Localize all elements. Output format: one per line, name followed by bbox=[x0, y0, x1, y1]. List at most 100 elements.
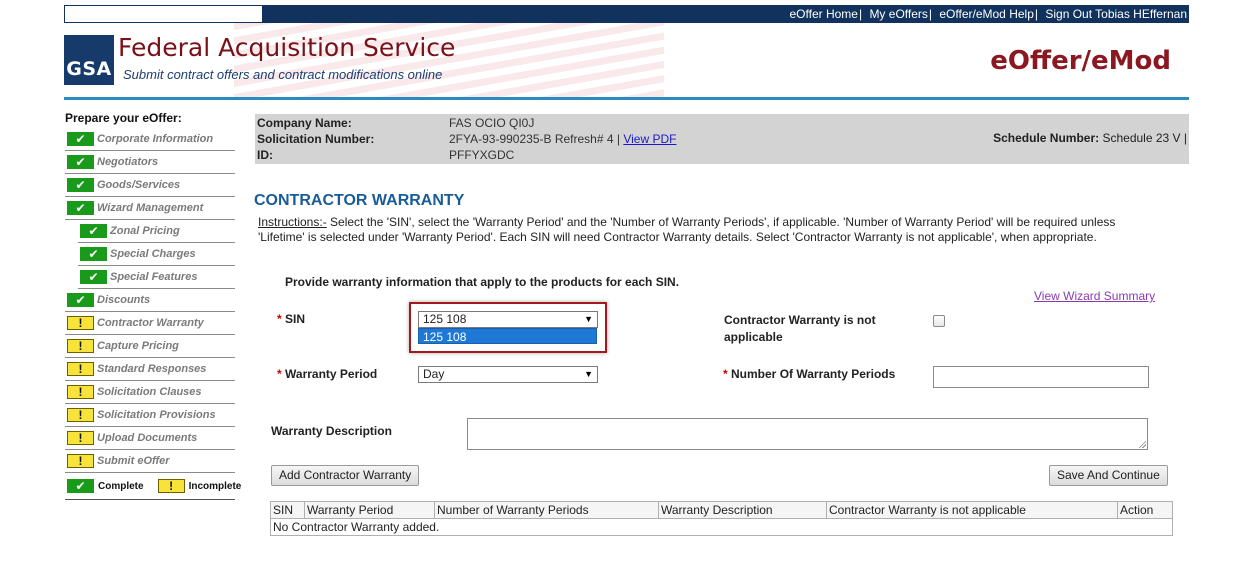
exclamation-icon: ! bbox=[67, 316, 94, 330]
resize-grip-icon[interactable] bbox=[1138, 440, 1146, 448]
nav-separator: | bbox=[858, 7, 863, 21]
instructions-text: Select the 'SIN', select the 'Warranty P… bbox=[258, 215, 1116, 244]
schedule-value: Schedule 23 V | bbox=[1102, 131, 1187, 145]
num-periods-label: * Number Of Warranty Periods bbox=[723, 367, 895, 381]
nav-my-eoffers-link[interactable]: My eOffers bbox=[869, 7, 927, 21]
exclamation-icon: ! bbox=[67, 385, 94, 399]
not-applicable-label: Contractor Warranty is not applicable bbox=[724, 312, 876, 346]
view-wizard-summary-link[interactable]: View Wizard Summary bbox=[1034, 289, 1155, 303]
required-mark: * bbox=[723, 367, 728, 381]
sidebar-item-label: Solicitation Provisions bbox=[97, 409, 216, 421]
nav-sign-out-link[interactable]: Sign Out Tobias HEffernan bbox=[1045, 7, 1187, 21]
company-row: Company Name: FAS OCIO QI0J bbox=[257, 116, 534, 130]
app-name: eOffer/eMod bbox=[990, 46, 1171, 76]
sidebar-item-wizard-management[interactable]: ✔ Wizard Management bbox=[65, 197, 235, 220]
checkmark-icon: ✔ bbox=[80, 270, 107, 284]
sidebar-item-discounts[interactable]: ✔ Discounts bbox=[65, 289, 235, 312]
checkmark-icon: ✔ bbox=[80, 224, 107, 238]
id-row: ID: PFFYXGDC bbox=[257, 148, 514, 162]
column-header-description: Warranty Description bbox=[658, 501, 827, 519]
sidebar-item-special-charges[interactable]: ✔ Special Charges bbox=[78, 243, 235, 266]
add-contractor-warranty-button[interactable]: Add Contractor Warranty bbox=[271, 465, 420, 486]
legend-incomplete-label: Incomplete bbox=[188, 480, 242, 492]
warranty-period-label: * Warranty Period bbox=[277, 367, 377, 381]
not-applicable-label-line2: applicable bbox=[724, 330, 783, 344]
description-label: Warranty Description bbox=[271, 424, 392, 438]
warranty-period-select[interactable]: Day ▼ bbox=[418, 366, 598, 383]
checkmark-icon: ✔ bbox=[67, 155, 94, 169]
header-divider bbox=[64, 97, 1189, 100]
instructions: Instructions:- Select the 'SIN', select … bbox=[258, 215, 1163, 245]
not-applicable-checkbox[interactable] bbox=[933, 315, 945, 327]
sidebar-item-label: Submit eOffer bbox=[97, 455, 170, 467]
table-row: No Contractor Warranty added. bbox=[270, 518, 1173, 536]
sidebar-item-corporate-information[interactable]: ✔ Corporate Information bbox=[65, 128, 235, 151]
save-and-continue-button[interactable]: Save And Continue bbox=[1049, 465, 1168, 486]
not-applicable-label-line1: Contractor Warranty is not bbox=[724, 313, 876, 327]
company-value: FAS OCIO QI0J bbox=[449, 116, 535, 130]
sidebar-item-solicitation-provisions[interactable]: ! Solicitation Provisions bbox=[65, 404, 235, 427]
sidebar-item-standard-responses[interactable]: ! Standard Responses bbox=[65, 358, 235, 381]
solicitation-label: Solicitation Number: bbox=[257, 132, 375, 146]
sidebar: Prepare your eOffer: ✔ Corporate Informat… bbox=[65, 111, 241, 500]
site-title: Federal Acquisition Service bbox=[118, 33, 456, 62]
view-pdf-link[interactable]: View PDF bbox=[623, 132, 676, 146]
nav-separator: | bbox=[1034, 7, 1038, 21]
checkmark-icon: ✔ bbox=[67, 479, 94, 493]
sidebar-item-solicitation-clauses[interactable]: ! Solicitation Clauses bbox=[65, 381, 235, 404]
sidebar-item-label: Discounts bbox=[97, 294, 151, 306]
column-header-action: Action bbox=[1117, 501, 1173, 519]
dropdown-arrow-icon: ▼ bbox=[584, 369, 593, 379]
column-header-not-applicable: Contractor Warranty is not applicable bbox=[826, 501, 1118, 519]
schedule-number: Schedule Number: Schedule 23 V | bbox=[993, 131, 1187, 145]
sidebar-heading: Prepare your eOffer: bbox=[65, 111, 182, 125]
gsa-logo: GSA bbox=[64, 35, 114, 85]
sidebar-item-goods-services[interactable]: ✔ Goods/Services bbox=[65, 174, 235, 197]
sin-label-text: SIN bbox=[285, 312, 306, 326]
sidebar-item-label: Goods/Services bbox=[97, 179, 181, 191]
warranty-period-value: Day bbox=[423, 367, 445, 381]
sidebar-item-submit-eoffer[interactable]: ! Submit eOffer bbox=[65, 450, 235, 473]
sidebar-item-zonal-pricing[interactable]: ✔ Zonal Pricing bbox=[78, 220, 235, 243]
nav-separator: | bbox=[928, 7, 933, 21]
warranty-period-label-text: Warranty Period bbox=[285, 367, 378, 381]
sin-select[interactable]: 125 108 ▼ bbox=[418, 311, 598, 328]
empty-table-message: No Contractor Warranty added. bbox=[270, 518, 1173, 536]
exclamation-icon: ! bbox=[157, 479, 185, 493]
exclamation-icon: ! bbox=[67, 408, 94, 422]
sidebar-item-label: Capture Pricing bbox=[97, 340, 179, 352]
company-label: Company Name: bbox=[257, 116, 352, 130]
sidebar-item-capture-pricing[interactable]: ! Capture Pricing bbox=[65, 335, 235, 358]
nav-eoffer-home-link[interactable]: eOffer Home bbox=[789, 7, 857, 21]
sidebar-item-special-features[interactable]: ✔ Special Features bbox=[78, 266, 235, 289]
dropdown-arrow-icon: ▼ bbox=[584, 314, 593, 324]
solicitation-row: Solicitation Number: 2FYA-93-990235-B Ref… bbox=[257, 132, 676, 146]
id-value: PFFYXGDC bbox=[449, 148, 515, 162]
checkmark-icon: ✔ bbox=[80, 247, 107, 261]
exclamation-icon: ! bbox=[67, 454, 94, 468]
nav-help-link[interactable]: eOffer/eMod Help bbox=[939, 7, 1034, 21]
checkmark-icon: ✔ bbox=[67, 178, 94, 192]
sidebar-item-contractor-warranty[interactable]: ! Contractor Warranty bbox=[65, 312, 235, 335]
column-header-sin: SIN bbox=[270, 501, 305, 519]
table-header-row: SIN Warranty Period Number of Warranty P… bbox=[270, 501, 1173, 519]
sidebar-item-negotiators[interactable]: ✔ Negotiators bbox=[65, 151, 235, 174]
top-nav-bar: eOffer Home| My eOffers| eOffer/eMod Hel… bbox=[64, 5, 1189, 23]
sin-select-value: 125 108 bbox=[423, 312, 467, 326]
top-nav-spacer bbox=[64, 5, 264, 23]
num-periods-input[interactable] bbox=[933, 366, 1149, 388]
site-header: GSA Federal Acquisition Service Submit c… bbox=[64, 23, 1189, 99]
sidebar-item-label: Upload Documents bbox=[97, 432, 198, 444]
id-label: ID: bbox=[257, 148, 273, 162]
sidebar-item-label: Wizard Management bbox=[97, 202, 204, 214]
description-textarea[interactable] bbox=[467, 418, 1148, 450]
sin-label: * SIN bbox=[277, 312, 305, 326]
schedule-label: Schedule Number: bbox=[993, 131, 1100, 145]
sidebar-item-label: Special Features bbox=[110, 271, 198, 283]
sidebar-item-label: Corporate Information bbox=[97, 133, 214, 145]
required-mark: * bbox=[277, 367, 282, 381]
solicitation-value: 2FYA-93-990235-B Refresh# 4 | bbox=[449, 132, 620, 146]
sidebar-item-upload-documents[interactable]: ! Upload Documents bbox=[65, 427, 235, 450]
exclamation-icon: ! bbox=[67, 431, 94, 445]
sin-option[interactable]: 125 108 bbox=[418, 328, 597, 344]
